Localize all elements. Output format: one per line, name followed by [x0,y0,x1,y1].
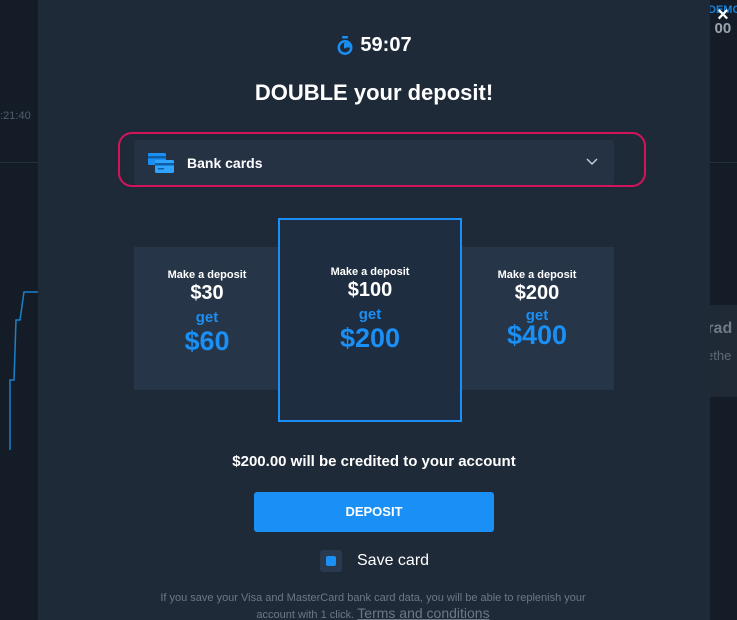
offer-bonus: $60 [184,326,230,356]
background-divider [710,162,737,163]
stopwatch-icon [337,35,353,55]
offer-amount: $30 [190,282,224,304]
save-card-checkbox[interactable] [320,550,342,572]
credit-summary: $200.00 will be credited to your account [232,453,516,470]
offer-amount: $100 [347,279,393,301]
offer-make-label: Make a deposit [330,266,410,278]
save-card-label: Save card [357,552,430,569]
payment-method-label: Bank cards [187,154,263,171]
offer-make-label: Make a deposit [497,269,577,281]
deposit-offer-30[interactable]: Make a deposit $30 get $60 [134,247,280,390]
background-divider [0,162,38,163]
bank-card-icon [148,152,174,173]
offer-bonus: $200 [339,323,401,353]
offer-amount: $200 [514,282,560,304]
deposit-button[interactable]: DEPOSIT [254,492,494,532]
payment-method-dropdown[interactable]: Bank cards [134,140,614,185]
deposit-offer-100-selected[interactable]: Make a deposit $100 get $200 [278,218,462,422]
deposit-offer-200[interactable]: Make a deposit $200 get $400 [460,247,614,390]
price-chart-line [9,291,38,450]
chevron-down-icon [586,158,598,165]
offer-make-label: Make a deposit [167,269,247,281]
close-icon[interactable]: × [712,4,734,26]
checkbox-checked-mark [326,556,336,566]
offer-bonus: $400 [506,320,568,350]
terms-link[interactable]: Terms and conditions [357,605,489,620]
offer-get-label: get [195,309,219,326]
deposit-modal: × 59:07 DOUBLE your deposit! Bank cards … [38,0,729,620]
timer-value: 59:07 [360,34,412,56]
chart-time-label: 3:21:40 [0,110,31,122]
offer-get-label: get [358,306,382,323]
countdown-timer: 59:07 [38,34,710,57]
save-card-disclaimer: If you save your Visa and MasterCard ban… [148,591,598,620]
modal-title: DOUBLE your deposit! [254,80,494,105]
save-card-toggle[interactable]: Save card [320,549,429,573]
